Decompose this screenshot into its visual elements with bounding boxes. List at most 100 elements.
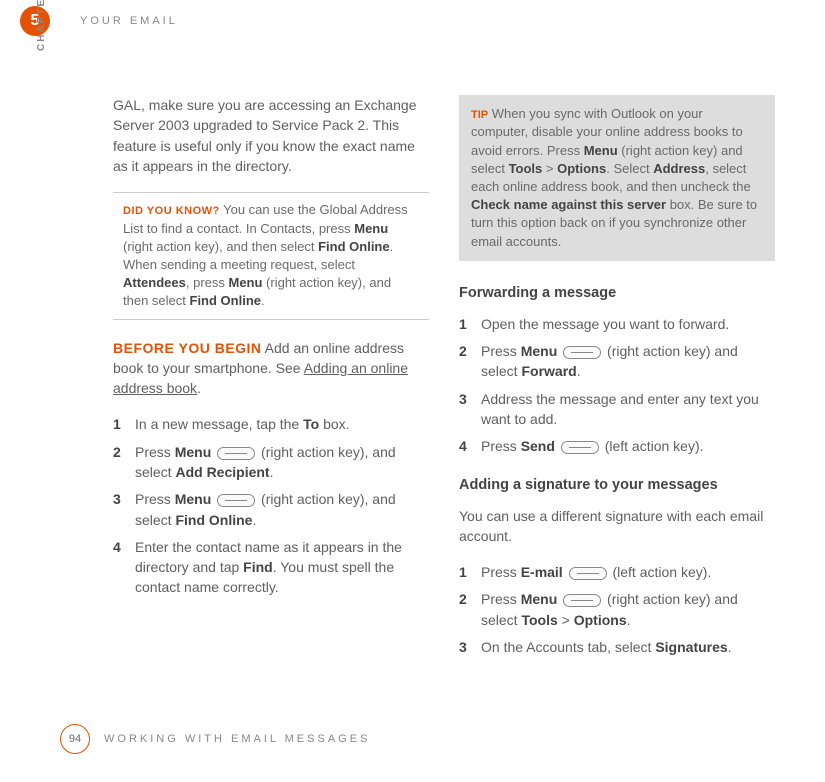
callout-label: DID YOU KNOW?	[123, 205, 220, 217]
bold-run: Menu	[521, 343, 558, 359]
text-run: Press	[481, 564, 521, 580]
bold-run: E-mail	[521, 564, 563, 580]
action-key-icon	[569, 567, 607, 580]
callout-text: .	[261, 293, 265, 308]
before-you-begin: BEFORE YOU BEGIN Add an online address b…	[113, 338, 429, 399]
text-run: Press	[481, 343, 521, 359]
list-item: 1 In a new message, tap the To box.	[113, 414, 429, 434]
forwarding-list: 1 Open the message you want to forward. …	[459, 314, 775, 457]
callout-bold: Attendees	[123, 275, 186, 290]
step-number: 3	[459, 389, 481, 430]
step-number: 2	[113, 442, 135, 483]
text-run: Press	[481, 438, 521, 454]
step-text: In a new message, tap the To box.	[135, 414, 429, 434]
bold-run: Menu	[521, 591, 558, 607]
step-text: Press Send (left action key).	[481, 436, 775, 456]
bold-run: Find Online	[175, 512, 252, 528]
step-number: 3	[113, 489, 135, 530]
action-key-icon	[561, 441, 599, 454]
tip-label: TIP	[471, 109, 488, 121]
left-column: GAL, make sure you are accessing an Exch…	[113, 95, 429, 664]
content-area: GAL, make sure you are accessing an Exch…	[113, 95, 775, 664]
step-number: 4	[459, 436, 481, 456]
tip-callout: TIP When you sync with Outlook on your c…	[459, 95, 775, 261]
bold-run: Forward	[521, 363, 576, 379]
tip-text: >	[542, 161, 557, 176]
before-text: .	[197, 380, 201, 396]
bold-run: Options	[574, 612, 627, 628]
text-run: (left action key).	[612, 564, 711, 580]
action-key-icon	[217, 494, 255, 507]
text-run: On the Accounts tab, select	[481, 639, 655, 655]
action-key-icon	[563, 346, 601, 359]
intro-paragraph: GAL, make sure you are accessing an Exch…	[113, 95, 429, 176]
list-item: 3 On the Accounts tab, select Signatures…	[459, 637, 775, 657]
before-label: BEFORE YOU BEGIN	[113, 340, 262, 356]
step-text: Press E-mail (left action key).	[481, 562, 775, 582]
step-text: On the Accounts tab, select Signatures.	[481, 637, 775, 657]
list-item: 1 Press E-mail (left action key).	[459, 562, 775, 582]
bold-run: To	[303, 416, 319, 432]
bold-run: Check name against this server	[471, 197, 666, 212]
list-item: 4 Enter the contact name as it appears i…	[113, 537, 429, 598]
step-text: Press Menu (right action key) and select…	[481, 341, 775, 382]
chapter-title: YOUR EMAIL	[80, 15, 178, 27]
action-key-icon	[563, 594, 601, 607]
footer-title: WORKING WITH EMAIL MESSAGES	[104, 733, 370, 745]
callout-bold: Menu	[354, 221, 388, 236]
step-number: 1	[459, 314, 481, 334]
bold-run: Add Recipient	[175, 464, 269, 480]
text-run: .	[627, 612, 631, 628]
text-run: In a new message, tap the	[135, 416, 303, 432]
callout-bold: Find Online	[318, 239, 390, 254]
instruction-list: 1 In a new message, tap the To box. 2 Pr…	[113, 414, 429, 597]
forwarding-heading: Forwarding a message	[459, 283, 775, 304]
step-number: 1	[459, 562, 481, 582]
tip-text: . Select	[606, 161, 653, 176]
right-column: TIP When you sync with Outlook on your c…	[459, 95, 775, 664]
step-text: Press Menu (right action key), and selec…	[135, 489, 429, 530]
chapter-label: CHAPTER	[36, 0, 47, 51]
signature-heading: Adding a signature to your messages	[459, 475, 775, 496]
list-item: 3 Address the message and enter any text…	[459, 389, 775, 430]
text-run: Press	[481, 591, 521, 607]
signature-list: 1 Press E-mail (left action key). 2 Pres…	[459, 562, 775, 657]
step-text: Open the message you want to forward.	[481, 314, 775, 334]
list-item: 2 Press Menu (right action key) and sele…	[459, 341, 775, 382]
bold-run: Options	[557, 161, 606, 176]
step-number: 2	[459, 589, 481, 630]
step-number: 2	[459, 341, 481, 382]
text-run: .	[270, 464, 274, 480]
step-number: 1	[113, 414, 135, 434]
bold-run: Menu	[175, 444, 212, 460]
callout-bold: Menu	[228, 275, 262, 290]
bold-run: Tools	[509, 161, 543, 176]
bold-run: Menu	[175, 491, 212, 507]
text-run: .	[577, 363, 581, 379]
step-text: Enter the contact name as it appears in …	[135, 537, 429, 598]
callout-bold: Find Online	[190, 293, 262, 308]
signature-intro: You can use a different signature with e…	[459, 506, 775, 547]
text-run: >	[558, 612, 574, 628]
step-text: Press Menu (right action key), and selec…	[135, 442, 429, 483]
step-text: Press Menu (right action key) and select…	[481, 589, 775, 630]
step-number: 4	[113, 537, 135, 598]
text-run: .	[252, 512, 256, 528]
bold-run: Tools	[521, 612, 557, 628]
list-item: 2 Press Menu (right action key), and sel…	[113, 442, 429, 483]
list-item: 1 Open the message you want to forward.	[459, 314, 775, 334]
step-number: 3	[459, 637, 481, 657]
list-item: 3 Press Menu (right action key), and sel…	[113, 489, 429, 530]
bold-run: Send	[521, 438, 555, 454]
list-item: 2 Press Menu (right action key) and sele…	[459, 589, 775, 630]
callout-text: , press	[186, 275, 229, 290]
bold-run: Address	[653, 161, 705, 176]
bold-run: Signatures	[655, 639, 727, 655]
text-run: (left action key).	[605, 438, 704, 454]
page-footer: 94 WORKING WITH EMAIL MESSAGES	[60, 724, 370, 754]
page-number: 94	[60, 724, 90, 754]
text-run: Press	[135, 444, 175, 460]
step-text: Address the message and enter any text y…	[481, 389, 775, 430]
bold-run: Menu	[584, 143, 618, 158]
did-you-know-callout: DID YOU KNOW? You can use the Global Add…	[113, 192, 429, 319]
